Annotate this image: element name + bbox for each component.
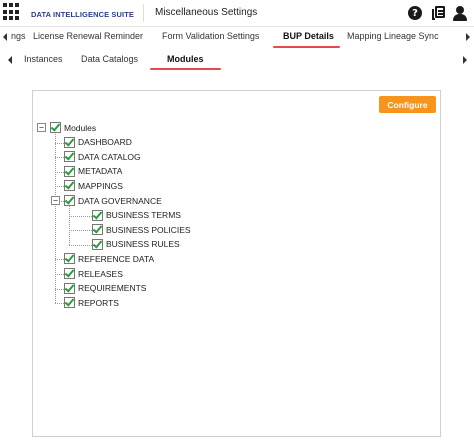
tree-node: MAPPINGS [64,179,123,192]
module-checkbox[interactable] [92,238,103,250]
checkmark-icon [92,223,103,234]
tree-branch-line [69,215,92,217]
tree-branch-line [55,142,64,144]
module-checkbox[interactable] [92,223,103,236]
tabs-scroll-right-icon[interactable] [466,33,470,41]
module-label[interactable]: BUSINESS TERMS [106,210,181,220]
tree-node: BUSINESS POLICIES [92,223,191,236]
tree-branch-line [69,230,92,232]
checkmark-icon [64,252,75,263]
checkmark-icon [64,282,75,293]
module-checkbox[interactable] [92,209,103,221]
tree-node: REQUIREMENTS [64,282,146,295]
checkmark-icon [64,136,75,147]
checkmark-icon [64,165,75,176]
module-checkbox[interactable] [64,150,75,163]
page-title: Miscellaneous Settings [155,7,258,18]
help-icon[interactable]: ? [407,5,423,21]
checkmark-icon [64,296,75,307]
tree-branch-line [55,259,64,261]
bup-subtabs: Instances Data Catalogs Modules [0,50,474,72]
module-label[interactable]: Modules [64,123,96,133]
module-label[interactable]: MAPPINGS [78,181,123,191]
module-label[interactable]: DASHBOARD [78,137,132,147]
header-divider [143,4,144,22]
subtab-active-indicator [150,68,221,70]
tree-node: DATA GOVERNANCE [64,194,162,207]
tree-collapse-icon[interactable]: − [37,123,46,132]
checkmark-icon [92,238,103,249]
module-checkbox[interactable] [64,136,75,148]
module-checkbox[interactable] [64,296,75,309]
tree-node: BUSINESS RULES [92,238,180,251]
module-label[interactable]: REQUIREMENTS [78,283,146,293]
user-icon[interactable] [452,5,468,21]
tab-partial[interactable]: ngs [11,31,26,41]
book-icon[interactable] [430,5,446,21]
module-checkbox[interactable] [50,121,61,133]
tab-bup-details[interactable]: BUP Details [283,31,334,41]
module-label[interactable]: BUSINESS RULES [106,239,180,249]
tab-instances[interactable]: Instances [24,54,63,64]
tree-branch-line [55,171,64,173]
apps-grid-icon[interactable] [3,3,21,21]
module-checkbox[interactable] [64,179,75,192]
configure-button[interactable]: Configure [379,96,436,113]
tree-node: REPORTS [64,296,119,309]
tabs-scroll-left-icon[interactable] [3,33,7,41]
settings-tabs: ngs License Renewal Reminder Form Valida… [0,27,474,49]
tree-branch-line [69,244,92,246]
tab-license-renewal-reminder[interactable]: License Renewal Reminder [33,31,143,41]
module-checkbox[interactable] [64,165,75,177]
module-label[interactable]: DATA GOVERNANCE [78,196,162,206]
tab-data-catalogs[interactable]: Data Catalogs [81,54,138,64]
tree-node: REFERENCE DATA [64,252,154,265]
checkmark-icon [64,267,75,278]
tree-collapse-icon[interactable]: − [51,196,60,205]
modules-panel: Configure − Modules DASHBOARD DATA CATALOG M… [32,90,441,437]
tree-node: RELEASES [64,267,123,280]
tab-modules[interactable]: Modules [167,54,204,64]
checkmark-icon [92,209,103,220]
module-checkbox[interactable] [64,282,75,294]
module-label[interactable]: METADATA [78,166,122,176]
tree-branch-line [55,157,64,159]
tab-mapping-lineage-sync[interactable]: Mapping Lineage Sync [347,31,439,41]
module-checkbox[interactable] [64,252,75,265]
module-checkbox[interactable] [64,194,75,206]
tree-branch-line [55,303,64,305]
tab-active-indicator [273,46,340,48]
tree-node: BUSINESS TERMS [92,209,181,222]
tree-branch-line [55,274,64,275]
module-label[interactable]: DATA CATALOG [78,152,141,162]
checkmark-icon [50,121,61,132]
tree-node: Modules [50,121,96,134]
brand-name: DATA INTELLIGENCE SUITE [31,10,134,19]
module-label[interactable]: BUSINESS POLICIES [106,225,191,235]
tree-node: METADATA [64,165,122,178]
module-checkbox[interactable] [64,267,75,279]
tree-guide-line [69,202,70,245]
tree-node: DATA CATALOG [64,150,141,163]
tree-branch-line [55,186,64,188]
checkmark-icon [64,194,75,205]
tree-node: DASHBOARD [64,136,132,149]
subtabs-scroll-right-icon[interactable] [463,56,467,64]
tree-branch-line [55,288,64,290]
module-label[interactable]: REFERENCE DATA [78,254,154,264]
checkmark-icon [64,150,75,161]
subtabs-scroll-left-icon[interactable] [8,56,12,64]
tree-guide-line [55,129,56,304]
module-label[interactable]: REPORTS [78,298,119,308]
checkmark-icon [64,179,75,190]
top-bar: DATA INTELLIGENCE SUITE Miscellaneous Se… [0,0,474,27]
tab-form-validation-settings[interactable]: Form Validation Settings [162,31,259,41]
module-label[interactable]: RELEASES [78,269,123,279]
